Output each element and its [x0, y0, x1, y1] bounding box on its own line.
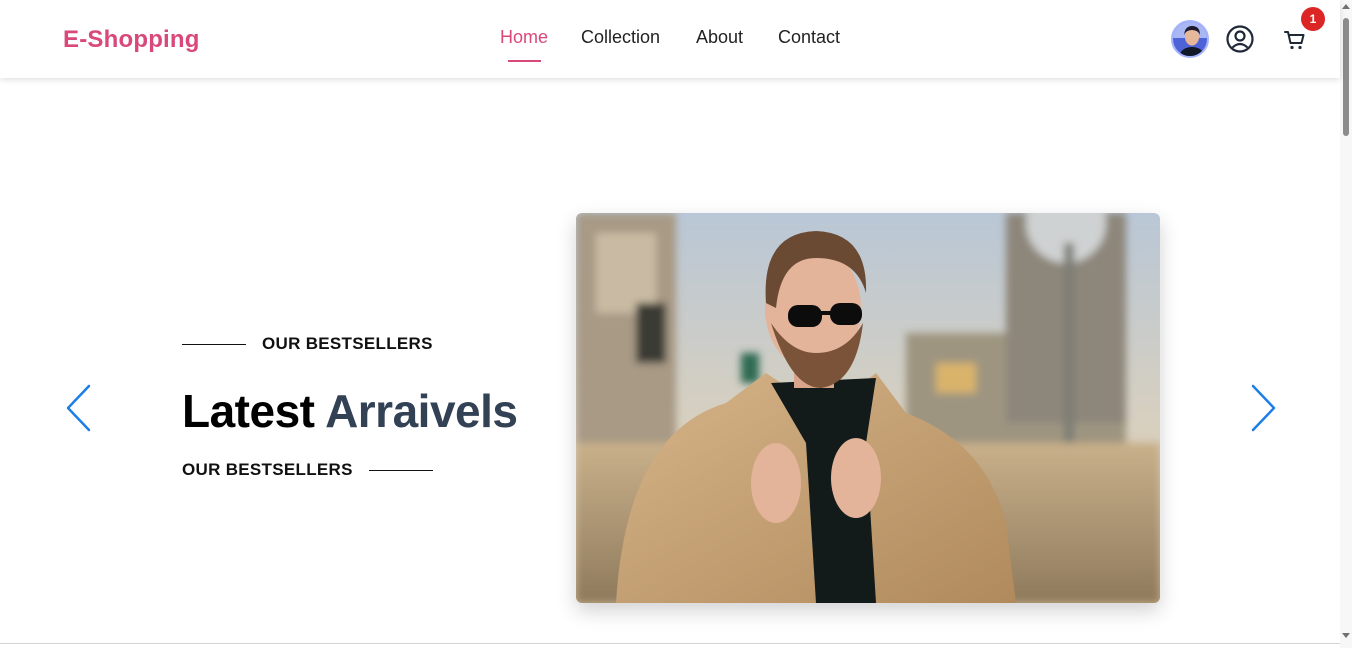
active-nav-underline	[508, 60, 541, 62]
chevron-right-icon[interactable]	[1248, 384, 1278, 432]
section-divider	[0, 643, 1340, 644]
scroll-up-arrow-icon[interactable]	[1342, 4, 1350, 9]
eyebrow-top-text: OUR BESTSELLERS	[262, 334, 433, 353]
scroll-thumb[interactable]	[1343, 18, 1349, 136]
cart-count-badge: 1	[1301, 7, 1325, 31]
nav-contact[interactable]: Contact	[778, 27, 840, 48]
nav-about[interactable]: About	[696, 27, 743, 48]
decorative-line	[182, 343, 246, 345]
eyebrow-bottom: OUR BESTSELLERS	[182, 460, 433, 480]
chevron-left-icon[interactable]	[64, 384, 94, 432]
nav-collection[interactable]: Collection	[581, 27, 660, 48]
eyebrow-bottom-text: OUR BESTSELLERS	[182, 460, 353, 479]
decorative-line	[368, 469, 433, 471]
hero-product-image	[576, 213, 1160, 603]
eyebrow-top: OUR BESTSELLERS	[182, 334, 433, 354]
cart-icon[interactable]	[1283, 28, 1307, 52]
headline-accent: Arraivels	[325, 385, 518, 437]
user-avatar[interactable]	[1171, 20, 1209, 58]
hero-headline: Latest Arraivels	[182, 384, 518, 438]
user-circle-icon[interactable]	[1225, 24, 1255, 54]
top-navbar: E-Shopping Home Collection About Contact…	[0, 0, 1340, 78]
nav-home[interactable]: Home	[500, 27, 548, 48]
scroll-down-arrow-icon[interactable]	[1342, 633, 1350, 638]
page-scrollbar[interactable]	[1340, 0, 1352, 648]
headline-primary: Latest	[182, 385, 315, 437]
brand-logo[interactable]: E-Shopping	[63, 26, 200, 54]
